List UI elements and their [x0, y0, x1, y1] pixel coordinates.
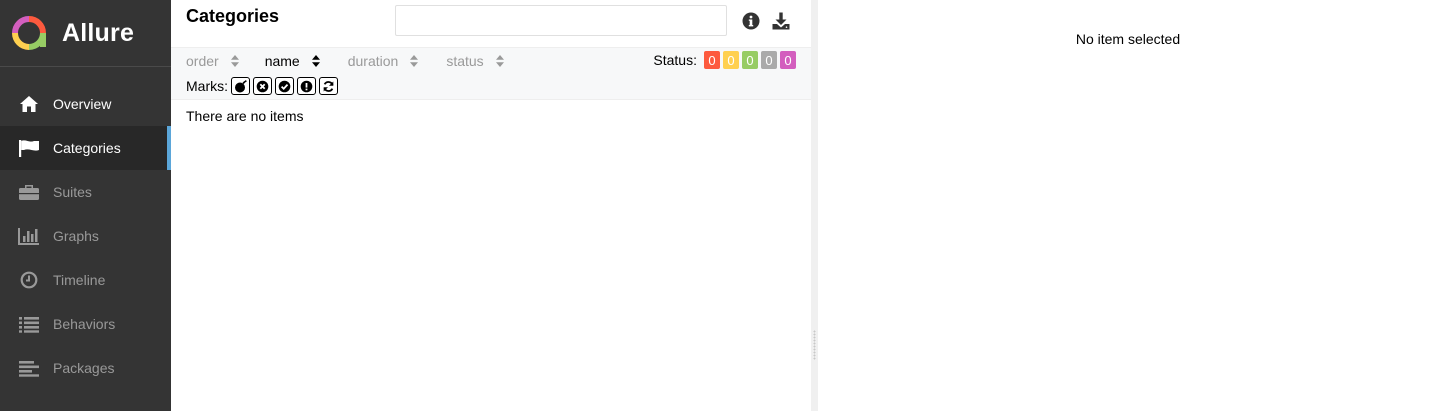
briefcase-icon [18, 182, 40, 202]
sidebar-item-suites[interactable]: Suites [0, 170, 171, 214]
times-circle-icon [256, 80, 269, 92]
exclamation-circle-icon [300, 80, 313, 92]
sidebar-item-label: Suites [53, 184, 92, 200]
no-selection-message: No item selected [1075, 31, 1181, 47]
list-icon [18, 314, 40, 334]
bar-chart-icon [18, 226, 40, 246]
sidebar-item-timeline[interactable]: Timeline [0, 258, 171, 302]
tree-toolbar: order name duration status Status: 0 0 0… [171, 47, 811, 100]
mark-new-passed-button[interactable] [275, 77, 294, 95]
sidebar-item-label: Categories [53, 140, 121, 156]
flag-icon [18, 138, 40, 158]
status-badge-broken[interactable]: 0 [723, 51, 739, 69]
search-input[interactable] [395, 5, 727, 36]
page-title: Categories [186, 6, 280, 26]
sort-by-status[interactable]: status [446, 53, 504, 69]
sort-label: duration [347, 53, 399, 69]
sidebar-item-label: Graphs [53, 228, 99, 244]
bomb-icon [235, 79, 247, 92]
sidebar-item-label: Packages [53, 360, 115, 376]
pane-header: Categories [171, 0, 811, 47]
sort-label: status [446, 53, 484, 69]
tree-pane: Categories order name duration status St… [171, 0, 811, 411]
empty-tree-message: There are no items [186, 108, 304, 124]
sidebar-item-behaviors[interactable]: Behaviors [0, 302, 171, 346]
sort-asc-icon [311, 55, 320, 67]
status-badge-failed[interactable]: 0 [704, 51, 720, 69]
sidebar-item-packages[interactable]: Packages [0, 346, 171, 390]
sort-icon [230, 55, 239, 67]
sidebar-item-graphs[interactable]: Graphs [0, 214, 171, 258]
sort-by-order[interactable]: order [186, 53, 239, 69]
sort-by-duration[interactable]: duration [348, 53, 419, 69]
status-filter-label: Status: [653, 52, 697, 68]
sidebar: Allure Overview Categories Suites Graphs… [0, 0, 171, 411]
allure-logo-icon [12, 16, 46, 50]
clock-icon [18, 270, 40, 290]
status-badge-unknown[interactable]: 0 [780, 51, 796, 69]
sort-by-name[interactable]: name [265, 53, 320, 69]
mark-new-failed-button[interactable] [253, 77, 272, 95]
mark-flaky-button[interactable] [231, 77, 250, 95]
detail-pane: No item selected [818, 0, 1438, 411]
info-icon[interactable] [741, 11, 761, 31]
status-badge-skipped[interactable]: 0 [761, 51, 777, 69]
sidebar-item-label: Behaviors [53, 316, 116, 332]
check-circle-icon [278, 80, 291, 92]
marks-filter: Marks: [186, 77, 338, 95]
sidebar-item-categories[interactable]: Categories [0, 126, 171, 170]
splitter-grip-icon [813, 330, 816, 360]
sidebar-item-overview[interactable]: Overview [0, 82, 171, 126]
sort-label: name [264, 53, 300, 69]
sidebar-item-label: Overview [53, 96, 112, 112]
sidebar-nav: Overview Categories Suites Graphs Timeli… [0, 82, 171, 390]
pane-splitter[interactable] [811, 0, 818, 411]
status-badge-passed[interactable]: 0 [742, 51, 758, 69]
mark-retries-button[interactable] [319, 77, 338, 95]
align-left-icon [18, 358, 40, 378]
brand[interactable]: Allure [0, 0, 171, 67]
refresh-icon [323, 80, 334, 92]
sidebar-item-label: Timeline [53, 272, 106, 288]
sort-controls: order name duration status [186, 53, 504, 69]
home-icon [18, 94, 40, 114]
sort-icon [410, 55, 419, 67]
download-icon[interactable] [771, 11, 791, 31]
brand-name: Allure [62, 18, 135, 47]
sort-label: order [186, 53, 219, 69]
marks-label: Marks: [186, 78, 228, 94]
app-root: Allure Overview Categories Suites Graphs… [0, 0, 1438, 411]
mark-new-broken-button[interactable] [297, 77, 316, 95]
status-filter: Status: 0 0 0 0 0 [653, 51, 796, 69]
sort-icon [495, 55, 504, 67]
